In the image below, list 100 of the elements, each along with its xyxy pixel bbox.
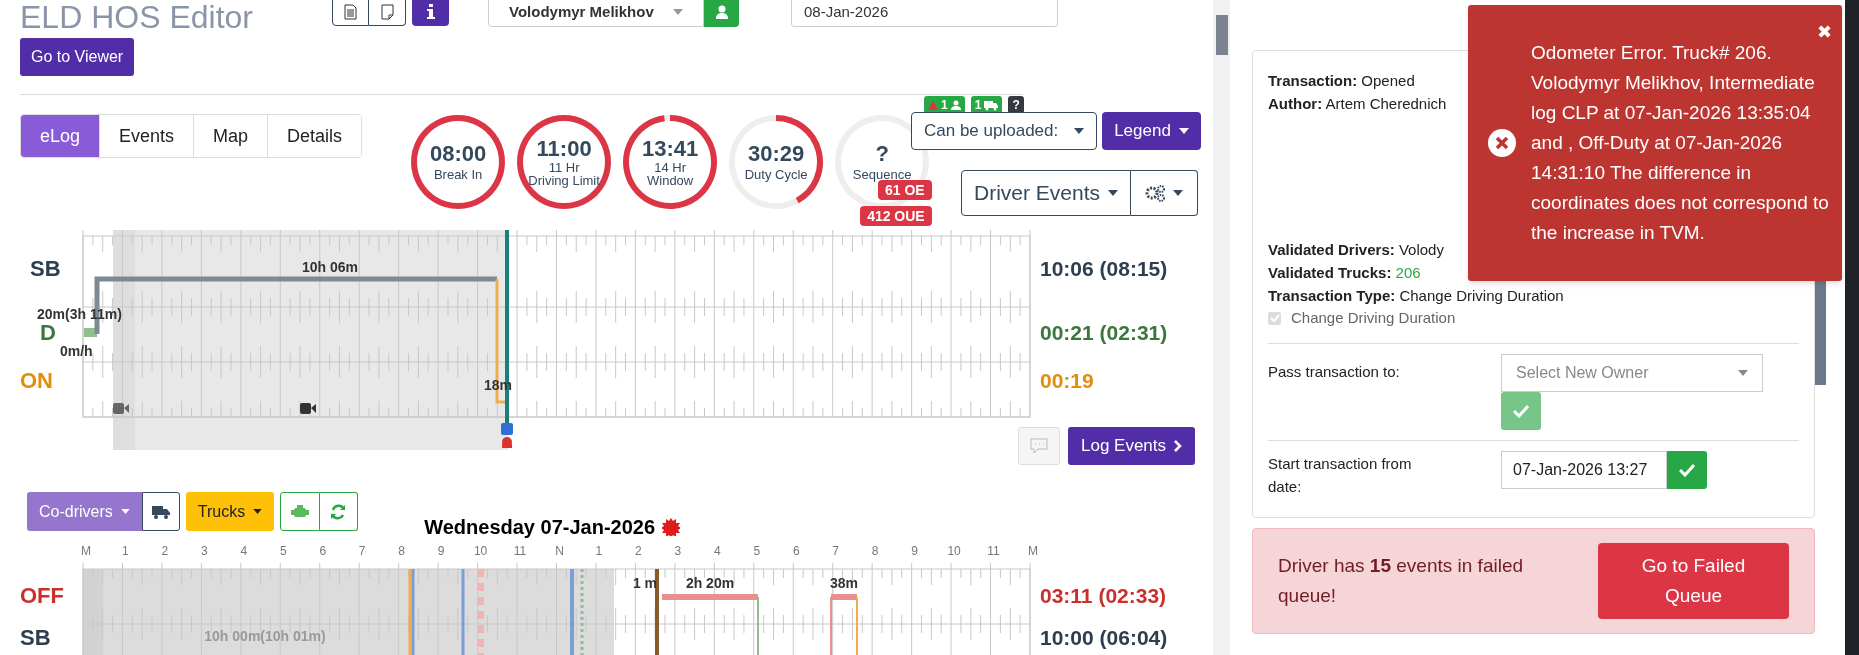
status-total: 00:21 (02:31) [1040, 321, 1168, 344]
hour-label: 4 [714, 544, 721, 558]
close-button[interactable]: ✖ [1817, 23, 1832, 41]
hour-label: 7 [832, 544, 840, 558]
info-button[interactable] [412, 0, 449, 26]
user-icon [715, 5, 728, 19]
hour-label: 8 [398, 544, 405, 558]
hour-label: 3 [674, 544, 682, 558]
hour-label: 5 [279, 544, 287, 558]
video-camera-icon [300, 403, 316, 414]
driving-segment [84, 328, 97, 337]
co-drivers-button[interactable]: Co-drivers [27, 492, 142, 531]
status-total: 00:19 [1040, 369, 1094, 392]
off-duty-segment [831, 594, 857, 600]
day-title: Wednesday 07-Jan-2026 [424, 515, 656, 540]
hour-label: 10 [473, 544, 488, 558]
error-badge: 412 OUE [860, 206, 932, 226]
hour-label: M [1028, 544, 1038, 558]
field-text: Validated Trucks: 206 [1268, 263, 1421, 283]
event-line [856, 596, 858, 655]
gauge-value: 13:41 [642, 136, 699, 161]
gauge-label: Driving Limit [528, 173, 600, 188]
truck-icon [984, 99, 999, 111]
segment-label: 10h 06m [302, 259, 358, 275]
status-label: SB [30, 256, 61, 281]
failed-queue-button[interactable]: Go to Failed Queue [1598, 543, 1789, 619]
blank-page-button[interactable] [369, 0, 406, 26]
hour-label: M [81, 544, 91, 558]
field-label: Start transaction from date: [1268, 454, 1413, 497]
hour-label: 1 [595, 544, 603, 558]
trucks-button[interactable]: Trucks [185, 492, 275, 531]
field-label: Pass transaction to: [1268, 362, 1401, 382]
video-camera-icon [113, 403, 129, 414]
settings-button[interactable] [1131, 170, 1198, 216]
settings-icon [1145, 184, 1165, 202]
hour-label: 1 [122, 544, 129, 558]
refresh-icon [331, 503, 347, 520]
date-field[interactable]: 08-Jan-2026 [791, 0, 1058, 27]
page-icon [380, 3, 394, 20]
legend-button[interactable]: Legend [1102, 112, 1201, 150]
document-button[interactable] [332, 0, 369, 26]
check-icon [1269, 313, 1280, 323]
error-icon [1488, 129, 1516, 157]
hour-label: N [555, 544, 564, 558]
driver-select[interactable]: Volodymyr Melikhov [488, 0, 704, 27]
log-events-button[interactable]: Log Events [1068, 427, 1195, 465]
viewer-button[interactable]: Go to Viewer [20, 38, 135, 76]
caret-icon [1178, 128, 1189, 134]
hour-label: 7 [358, 544, 366, 558]
segment-label: 2h 20m [685, 575, 735, 591]
gauge-label: Window [647, 173, 694, 188]
caret-icon [1173, 190, 1183, 196]
gauge-track [664, 115, 671, 122]
status-total: 10:06 (08:15) [1040, 257, 1168, 280]
error-badge: 61 OE [878, 180, 932, 200]
hour-label: 6 [319, 544, 327, 558]
gauge-value: ? [875, 142, 889, 166]
engine-button[interactable] [280, 492, 321, 531]
truck-button[interactable] [141, 492, 180, 531]
hour-label: 2 [161, 544, 169, 558]
status-total: 10:00 (06:04) [1040, 626, 1168, 649]
comment-icon [1030, 438, 1048, 454]
chevron-right-icon [1174, 440, 1183, 452]
tab[interactable]: eLog [21, 115, 100, 157]
hour-label: 2 [635, 544, 642, 558]
date-time-field[interactable]: 07-Jan-2026 13:27 [1501, 451, 1667, 489]
document-icon [344, 3, 357, 20]
owner-select[interactable]: Select New Owner [1501, 354, 1763, 392]
scrollbar-thumb[interactable] [1815, 281, 1826, 385]
refresh-button[interactable] [320, 492, 359, 531]
status-total: 03:11 (02:33) [1040, 584, 1167, 607]
gauge-label: Sequence [852, 168, 912, 182]
hour-label: 4 [240, 544, 248, 558]
caret-icon [253, 509, 263, 514]
status-label: SB [20, 625, 51, 650]
status-label: OFF [20, 583, 64, 608]
hour-label: 5 [753, 544, 761, 558]
toast-message: Odometer Error. Truck# 206. Volodymyr Melikhov, Intermediate log CLP at 07-Jan-2026 13:35:04 and , Off-Duty at 07-Jan-2026 14:31:10 The difference in coordinates does not correspond to the increase in TVM. [1531, 41, 1830, 245]
field-text: Transaction: Opened [1268, 71, 1415, 91]
segment-label: 38m [830, 575, 858, 591]
gauge-sublabel: 14 Hr [654, 160, 686, 174]
person-icon [950, 100, 961, 110]
field-text: Transaction Type: Change Driving Duration [1268, 286, 1564, 306]
scrollbar-thumb[interactable] [1215, 15, 1228, 55]
confirm-button[interactable] [1667, 451, 1707, 489]
status-label: ON [20, 368, 53, 393]
gauge-sublabel: 11 Hr [548, 160, 580, 174]
tab[interactable]: Details [267, 115, 362, 157]
gauge-label: Break In [433, 168, 483, 182]
gauge-value: 08:00 [430, 142, 487, 166]
driver-events-select[interactable]: Driver Events [961, 170, 1131, 216]
field-text: Validated Drivers: Volody [1268, 240, 1444, 260]
page-title: ELD HOS Editor [20, 0, 254, 34]
alert-burst-icon [662, 518, 681, 536]
driver-button[interactable] [704, 0, 739, 27]
segment-label: 10h 00m(10h 01m) [204, 628, 326, 644]
gauge-label: Duty Cycle [744, 168, 808, 182]
upload-select[interactable]: Can be uploaded: [911, 112, 1097, 150]
hour-label: 9 [911, 544, 918, 558]
check-icon [1513, 404, 1529, 418]
